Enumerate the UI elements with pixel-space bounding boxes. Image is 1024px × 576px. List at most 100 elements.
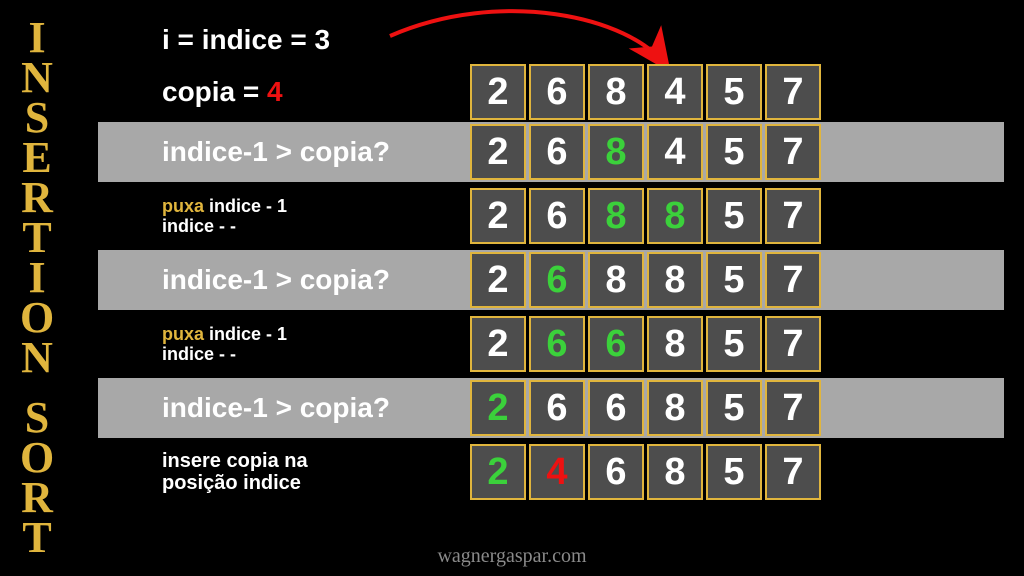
array-row-6: 246857	[470, 444, 824, 500]
step-text: puxa indice - 1indice - -	[98, 324, 470, 364]
array-cell-value: 5	[723, 197, 744, 235]
array-cell-value: 5	[723, 389, 744, 427]
step-row-5: indice-1 > copia?266857	[98, 378, 1004, 438]
array-cell: 4	[529, 444, 585, 500]
step-action-2: indice - -	[162, 216, 460, 236]
array-cell-value: 7	[782, 261, 803, 299]
array-cell: 7	[765, 316, 821, 372]
array-cell-value: 8	[605, 197, 626, 235]
array-cell: 7	[765, 124, 821, 180]
array-cell-value: 2	[487, 133, 508, 171]
array-cell: 8	[647, 316, 703, 372]
array-cell: 2	[470, 252, 526, 308]
array-cell: 8	[647, 188, 703, 244]
array-cell-value: 5	[723, 73, 744, 111]
array-cell: 2	[470, 316, 526, 372]
array-cell-value: 7	[782, 73, 803, 111]
array-cell-value: 5	[723, 261, 744, 299]
array-cell: 5	[706, 380, 762, 436]
array-cell-value: 8	[605, 73, 626, 111]
step-row-1: indice-1 > copia? 268457	[98, 122, 1004, 182]
array-cell-value: 5	[723, 325, 744, 363]
array-cell-value: 8	[605, 133, 626, 171]
array-cell: 6	[529, 380, 585, 436]
step-insert-2: posição indice	[162, 472, 460, 494]
array-cell-value: 7	[782, 133, 803, 171]
step-text: insere copia naposição indice	[98, 450, 470, 494]
array-cell: 8	[588, 252, 644, 308]
array-cell: 2	[470, 444, 526, 500]
array-cell: 7	[765, 444, 821, 500]
array-cell-value: 6	[546, 325, 567, 363]
array-cell: 6	[588, 380, 644, 436]
array-cell-value: 5	[723, 133, 744, 171]
step-text: indice-1 > copia?	[98, 264, 470, 296]
footer-credit: wagnergaspar.com	[0, 545, 1024, 568]
array-cell-value: 4	[664, 133, 685, 171]
array-row-0: 268457	[470, 64, 824, 120]
array-row-4: 266857	[470, 316, 824, 372]
array-cell-value: 8	[605, 261, 626, 299]
array-cell-value: 6	[546, 261, 567, 299]
array-cell: 5	[706, 316, 762, 372]
step-action-2: indice - -	[162, 344, 460, 364]
array-cell: 5	[706, 188, 762, 244]
array-cell-value: 5	[723, 453, 744, 491]
step-action-1: puxa indice - 1	[162, 324, 460, 344]
array-cell-value: 2	[487, 197, 508, 235]
array-cell: 6	[529, 316, 585, 372]
array-cell-value: 6	[546, 73, 567, 111]
array-cell-value: 7	[782, 325, 803, 363]
array-cell: 5	[706, 64, 762, 120]
step-action-1: puxa indice - 1	[162, 196, 460, 216]
vertical-title: INSERTIONSORT	[20, 18, 56, 558]
step-question: indice-1 > copia?	[162, 264, 460, 296]
array-cell-value: 4	[546, 453, 567, 491]
array-cell: 8	[647, 252, 703, 308]
array-cell: 6	[588, 316, 644, 372]
array-row-1: 268457	[470, 124, 824, 180]
array-cell: 8	[588, 64, 644, 120]
array-cell: 2	[470, 188, 526, 244]
array-cell: 8	[588, 124, 644, 180]
array-cell: 4	[647, 64, 703, 120]
step-row-2: puxa indice - 1indice - -268857	[98, 186, 1004, 246]
step-question: indice-1 > copia?	[162, 136, 460, 168]
array-cell-value: 6	[605, 389, 626, 427]
array-cell-value: 2	[487, 325, 508, 363]
array-cell: 2	[470, 124, 526, 180]
array-cell-value: 6	[605, 453, 626, 491]
array-cell-value: 4	[664, 73, 685, 111]
array-cell-value: 7	[782, 389, 803, 427]
step-row-6: insere copia naposição indice246857	[98, 442, 1004, 502]
array-cell: 6	[588, 444, 644, 500]
array-cell: 6	[529, 124, 585, 180]
array-cell: 7	[765, 188, 821, 244]
array-cell-value: 8	[664, 197, 685, 235]
array-cell-value: 2	[487, 73, 508, 111]
array-row-2: 268857	[470, 188, 824, 244]
array-cell-value: 8	[664, 261, 685, 299]
array-cell-value: 2	[487, 261, 508, 299]
step-row-4: puxa indice - 1indice - -266857	[98, 314, 1004, 374]
array-cell-value: 2	[487, 453, 508, 491]
array-cell: 5	[706, 124, 762, 180]
array-cell: 6	[529, 252, 585, 308]
array-cell: 5	[706, 252, 762, 308]
array-cell-value: 8	[664, 453, 685, 491]
array-cell: 6	[529, 64, 585, 120]
header-line-2: copia = 4 268457	[98, 62, 1004, 122]
step-text: indice-1 > copia?	[98, 136, 470, 168]
array-row-3: 268857	[470, 252, 824, 308]
step-text: indice-1 > copia?	[98, 392, 470, 424]
array-cell-value: 7	[782, 197, 803, 235]
array-cell: 5	[706, 444, 762, 500]
array-cell-value: 8	[664, 325, 685, 363]
array-cell: 8	[647, 380, 703, 436]
array-cell-value: 6	[546, 197, 567, 235]
header-line-1: i = indice = 3	[98, 18, 1004, 62]
array-cell: 4	[647, 124, 703, 180]
array-row-5: 266857	[470, 380, 824, 436]
array-cell: 2	[470, 64, 526, 120]
array-cell-value: 6	[546, 133, 567, 171]
